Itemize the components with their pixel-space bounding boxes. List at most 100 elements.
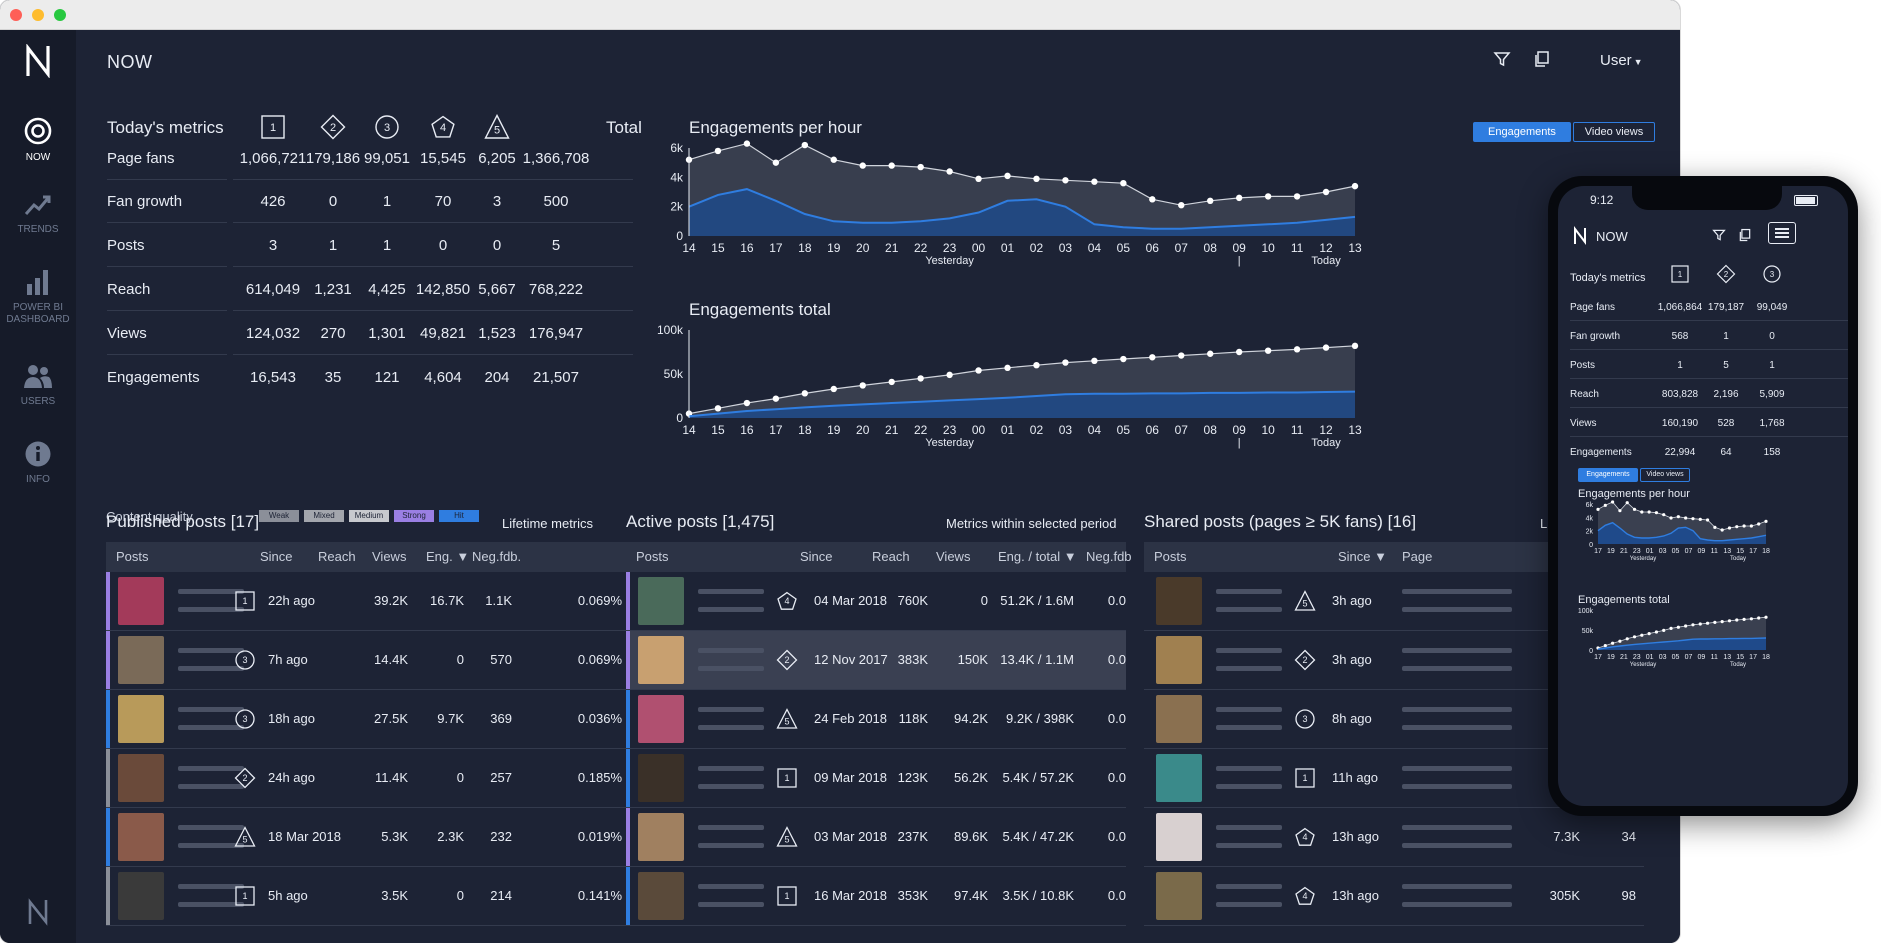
table-row[interactable]: 5 18 Mar 2018 5.3K 2.3K 232 0.019%: [106, 808, 626, 867]
column-header[interactable]: Since ▼: [1338, 542, 1387, 572]
zoom-window-button[interactable]: [54, 9, 66, 21]
post-thumbnail[interactable]: [118, 754, 164, 802]
table-row[interactable]: 4 13h ago 7.3K 34: [1144, 808, 1644, 867]
post-thumbnail[interactable]: [1156, 577, 1202, 625]
column-header[interactable]: Since: [800, 542, 833, 572]
sidebar-item-power-bi[interactable]: POWER BI DASHBOARD: [0, 268, 76, 326]
views-value: 89.6K: [954, 829, 988, 844]
toggle-video-views[interactable]: Video views: [1573, 122, 1655, 142]
midnight-marker: |: [1238, 255, 1241, 267]
column-header[interactable]: Views: [372, 542, 406, 572]
svg-text:4: 4: [784, 596, 789, 606]
table-row[interactable]: 1 22h ago 39.2K 16.7K 1.1K 0.069%: [106, 572, 626, 631]
data-point: [859, 162, 866, 169]
post-thumbnail[interactable]: [1156, 695, 1202, 743]
post-thumbnail[interactable]: [1156, 754, 1202, 802]
column-header[interactable]: Eng. / total ▼: [998, 542, 1077, 572]
table-row[interactable]: 4 04 Mar 2018 760K 0 51.2K / 1.6M 0.0: [626, 572, 1126, 631]
post-thumbnail[interactable]: [118, 872, 164, 920]
table-row[interactable]: 1 09 Mar 2018 123K 56.2K 5.4K / 57.2K 0.0: [626, 749, 1126, 808]
phone-toggle-engagements[interactable]: Engagements: [1578, 468, 1638, 482]
level-badge-icon: 1: [776, 885, 798, 907]
post-thumbnail[interactable]: [1156, 872, 1202, 920]
text-placeholder: [1402, 884, 1512, 889]
eng-value: 34: [1621, 829, 1636, 844]
sidebar-item-trends[interactable]: TRENDS: [0, 192, 76, 236]
post-thumbnail[interactable]: [638, 813, 684, 861]
post-thumbnail[interactable]: [638, 695, 684, 743]
column-header[interactable]: Page: [1402, 542, 1432, 572]
quality-indicator-bar: [106, 690, 110, 749]
data-point: [1757, 616, 1761, 620]
post-thumbnail[interactable]: [118, 636, 164, 684]
post-thumbnail[interactable]: [118, 577, 164, 625]
column-header[interactable]: Eng. ▼: [426, 542, 469, 572]
post-thumbnail[interactable]: [1156, 813, 1202, 861]
toggle-engagements[interactable]: Engagements: [1473, 122, 1571, 142]
data-point: [1654, 511, 1659, 515]
reach-value: 7.3K: [1553, 829, 1580, 844]
sidebar-item-users[interactable]: USERS: [0, 362, 76, 408]
column-header[interactable]: Reach: [872, 542, 910, 572]
sidebar-item-info[interactable]: INFO: [0, 440, 76, 486]
copy-icon[interactable]: [1533, 50, 1551, 73]
phone-logo[interactable]: [1572, 226, 1588, 251]
midnight-marker: |: [1238, 437, 1241, 449]
table-row[interactable]: 1 16 Mar 2018 353K 97.4K 3.5K / 10.8K 0.0: [626, 867, 1126, 926]
column-header[interactable]: Posts: [1154, 542, 1187, 572]
post-thumbnail[interactable]: [118, 695, 164, 743]
column-header[interactable]: Posts: [636, 542, 669, 572]
user-menu[interactable]: User ▼: [1600, 52, 1643, 69]
quality-indicator-bar: [626, 867, 630, 926]
reach-value: 353K: [897, 888, 928, 903]
data-point: [1004, 172, 1011, 180]
text-placeholder: [1402, 825, 1512, 830]
x-tick-label: 07: [1685, 654, 1693, 661]
minimize-window-button[interactable]: [32, 9, 44, 21]
table-row[interactable]: 2 12 Nov 2017 383K 150K 13.4K / 1.1M 0.0: [626, 631, 1126, 690]
column-header[interactable]: Posts: [116, 542, 149, 572]
post-thumbnail[interactable]: [638, 577, 684, 625]
column-header[interactable]: Reach: [318, 542, 356, 572]
sidebar-item-now[interactable]: NOW: [0, 116, 76, 164]
hamburger-menu-icon[interactable]: [1768, 222, 1796, 244]
data-point: [1293, 193, 1301, 200]
data-point: [1603, 503, 1607, 507]
table-row[interactable]: 4 13h ago 305K 98: [1144, 867, 1644, 926]
active-posts-title: Active posts [1,475]: [626, 512, 775, 531]
app-logo[interactable]: [24, 43, 52, 79]
post-thumbnail[interactable]: [1156, 636, 1202, 684]
post-thumbnail[interactable]: [638, 872, 684, 920]
data-point: [1618, 509, 1622, 513]
data-point: [1322, 344, 1330, 351]
phone-copy-icon[interactable]: [1738, 228, 1752, 247]
column-header[interactable]: Since: [260, 542, 293, 572]
phone-toggle-video-views[interactable]: Video views: [1640, 468, 1690, 482]
column-header[interactable]: Neg.fdb: [1086, 542, 1132, 572]
svg-text:3: 3: [242, 714, 247, 724]
data-point: [975, 367, 982, 374]
column-header[interactable]: Neg.fdb.: [472, 542, 521, 572]
table-row[interactable]: 3 7h ago 14.4K 0 570 0.069%: [106, 631, 626, 690]
filter-icon[interactable]: [1493, 50, 1511, 73]
table-row[interactable]: 2 24h ago 11.4K 0 257 0.185%: [106, 749, 626, 808]
table-row[interactable]: 1 5h ago 3.5K 0 214 0.141%: [106, 867, 626, 926]
text-placeholder: [698, 607, 764, 612]
post-thumbnail[interactable]: [638, 636, 684, 684]
row-divider: [1570, 378, 1848, 379]
table-row[interactable]: 3 18h ago 27.5K 9.7K 369 0.036%: [106, 690, 626, 749]
table-row[interactable]: 5 24 Feb 2018 118K 94.2K 9.2K / 398K 0.0: [626, 690, 1126, 749]
post-thumbnail[interactable]: [638, 754, 684, 802]
data-point: [1705, 518, 1710, 522]
metric-row-label: Views: [107, 325, 147, 342]
x-tick-label: 22: [914, 241, 928, 255]
page-title: NOW: [107, 52, 153, 72]
close-window-button[interactable]: [10, 9, 22, 21]
data-point: [946, 371, 953, 379]
phone-filter-icon[interactable]: [1712, 228, 1726, 247]
post-thumbnail[interactable]: [118, 813, 164, 861]
text-placeholder: [1402, 766, 1512, 771]
table-row[interactable]: 5 03 Mar 2018 237K 89.6K 5.4K / 47.2K 0.0: [626, 808, 1126, 867]
column-header[interactable]: Views: [936, 542, 970, 572]
level-badge-icon: 5: [1294, 590, 1316, 612]
